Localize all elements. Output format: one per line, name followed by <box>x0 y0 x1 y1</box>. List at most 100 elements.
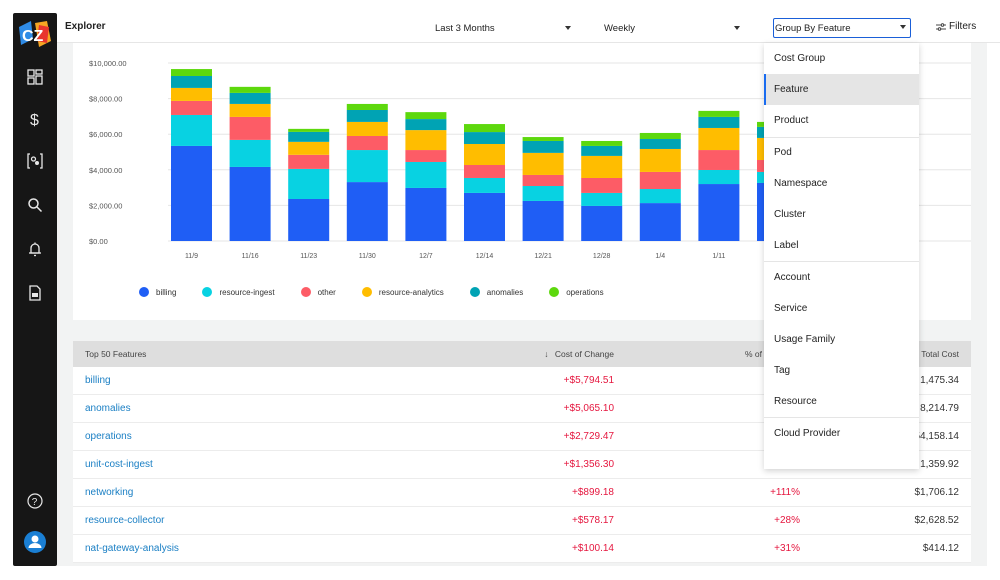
column-header-total-cost[interactable]: Total Cost <box>921 349 959 359</box>
column-header-cost-of-change[interactable]: ↓ Cost of Change <box>544 349 614 359</box>
period-select[interactable]: Weekly <box>604 18 744 38</box>
bar-segment-other[interactable] <box>171 100 212 115</box>
bar-segment-anomalies[interactable] <box>346 109 388 122</box>
legend-item-operations[interactable]: operations <box>549 287 604 297</box>
bar-segment-resource-analytics[interactable] <box>171 87 212 101</box>
sidebar-item-dashboards[interactable] <box>25 67 45 87</box>
bar-segment-resource-ingest[interactable] <box>171 114 212 146</box>
bar-segment-anomalies[interactable] <box>171 75 212 88</box>
bar-segment-resource-ingest[interactable] <box>405 161 447 188</box>
legend-item-resource-ingest[interactable]: resource-ingest <box>202 287 275 297</box>
bar-segment-anomalies[interactable] <box>522 140 564 153</box>
feature-link[interactable]: networking <box>85 487 133 498</box>
bar-segment-anomalies[interactable] <box>581 145 623 156</box>
dropdown-option-cluster[interactable]: Cluster <box>764 199 919 230</box>
table-row[interactable]: networking +$899.18 +111% $1,706.12 <box>73 479 971 507</box>
feature-link[interactable]: nat-gateway-analysis <box>85 543 179 554</box>
bar-segment-anomalies[interactable] <box>288 131 330 142</box>
bar-segment-billing[interactable] <box>229 166 271 241</box>
bar-segment-resource-ingest[interactable] <box>698 169 740 185</box>
dropdown-option-service[interactable]: Service <box>764 293 919 324</box>
bar-segment-resource-analytics[interactable] <box>698 127 740 151</box>
bar-segment-anomalies[interactable] <box>698 116 740 128</box>
dropdown-option-pod[interactable]: Pod <box>764 136 919 168</box>
bar-segment-operations[interactable] <box>346 103 388 110</box>
bar-segment-other[interactable] <box>229 116 271 140</box>
bar-segment-anomalies[interactable] <box>639 139 681 149</box>
bar-segment-other[interactable] <box>346 135 388 151</box>
bar-segment-resource-ingest[interactable] <box>288 168 330 199</box>
bar-segment-resource-ingest[interactable] <box>229 139 271 167</box>
bar-segment-billing[interactable] <box>171 145 212 241</box>
dropdown-option-account[interactable]: Account <box>764 261 919 292</box>
feature-link[interactable]: operations <box>85 431 132 442</box>
bar-segment-resource-ingest[interactable] <box>346 150 388 183</box>
legend-item-anomalies[interactable]: anomalies <box>469 287 523 297</box>
bar-segment-resource-ingest[interactable] <box>464 177 505 193</box>
sidebar-item-help[interactable]: ? <box>25 491 45 511</box>
column-header-percent[interactable]: % of <box>745 349 762 359</box>
sidebar-item-costs[interactable]: $ <box>25 109 45 129</box>
bar-segment-resource-analytics[interactable] <box>405 130 447 151</box>
bar-segment-other[interactable] <box>639 171 681 190</box>
bar-segment-resource-ingest[interactable] <box>581 192 623 206</box>
bar-segment-resource-analytics[interactable] <box>639 148 681 172</box>
sidebar-item-reports[interactable] <box>25 283 45 303</box>
bar-segment-billing[interactable] <box>288 198 330 241</box>
legend-item-resource-analytics[interactable]: resource-analytics <box>361 287 444 297</box>
bar-segment-billing[interactable] <box>698 184 740 241</box>
dropdown-option-tag[interactable]: Tag <box>764 355 919 386</box>
bar-segment-operations[interactable] <box>581 140 623 146</box>
date-range-select[interactable]: Last 3 Months <box>435 18 575 38</box>
feature-link[interactable]: anomalies <box>85 403 131 414</box>
bar-segment-operations[interactable] <box>229 86 271 93</box>
dropdown-option-cloud-provider[interactable]: Cloud Provider <box>764 417 919 448</box>
bar-segment-resource-analytics[interactable] <box>288 141 330 155</box>
bar-segment-resource-analytics[interactable] <box>581 155 623 178</box>
dropdown-option-product[interactable]: Product <box>764 105 919 136</box>
bar-segment-operations[interactable] <box>171 69 212 76</box>
bar-segment-billing[interactable] <box>464 192 505 241</box>
dropdown-option-usage-family[interactable]: Usage Family <box>764 324 919 355</box>
filters-button[interactable]: Filters <box>936 21 976 32</box>
bar-segment-anomalies[interactable] <box>229 92 271 104</box>
table-row[interactable]: resource-collector +$578.17 +28% $2,628.52 <box>73 507 971 535</box>
bar-segment-billing[interactable] <box>581 205 623 241</box>
bar-segment-billing[interactable] <box>639 203 681 241</box>
bar-segment-operations[interactable] <box>522 137 564 141</box>
bar-segment-operations[interactable] <box>639 132 681 140</box>
dropdown-option-label[interactable]: Label <box>764 230 919 261</box>
bar-segment-other[interactable] <box>464 164 505 178</box>
bar-segment-resource-ingest[interactable] <box>639 189 681 204</box>
legend-item-billing[interactable]: billing <box>139 287 176 297</box>
group-by-select[interactable]: Group By Feature <box>773 18 911 38</box>
column-header-name[interactable]: Top 50 Features <box>85 349 146 359</box>
dropdown-option-namespace[interactable]: Namespace <box>764 168 919 199</box>
dropdown-option-resource[interactable]: Resource <box>764 386 919 417</box>
sidebar-item-search[interactable] <box>25 195 45 215</box>
bar-segment-billing[interactable] <box>346 182 388 241</box>
bar-segment-other[interactable] <box>405 150 447 162</box>
table-row[interactable]: nat-gateway-analysis +$100.14 +31% $414.12 <box>73 535 971 563</box>
bar-segment-resource-analytics[interactable] <box>522 152 564 175</box>
bar-segment-resource-analytics[interactable] <box>346 121 388 136</box>
bar-segment-other[interactable] <box>581 177 623 193</box>
bar-segment-resource-analytics[interactable] <box>464 143 505 165</box>
bar-segment-resource-analytics[interactable] <box>229 103 271 117</box>
sidebar-item-alerts[interactable] <box>25 239 45 259</box>
bar-segment-operations[interactable] <box>698 110 740 117</box>
bar-segment-resource-ingest[interactable] <box>522 185 564 201</box>
sidebar-item-profile[interactable] <box>24 531 46 553</box>
bar-segment-other[interactable] <box>288 154 330 169</box>
cz-logo[interactable]: CZ <box>17 19 53 49</box>
bar-segment-operations[interactable] <box>464 124 505 133</box>
dropdown-option-cost-group[interactable]: Cost Group <box>764 43 919 74</box>
bar-segment-anomalies[interactable] <box>405 119 447 131</box>
legend-item-other[interactable]: other <box>300 287 336 297</box>
bar-segment-other[interactable] <box>698 150 740 170</box>
feature-link[interactable]: unit-cost-ingest <box>85 459 153 470</box>
dropdown-option-feature[interactable]: Feature <box>764 74 919 106</box>
bar-segment-anomalies[interactable] <box>464 132 505 144</box>
bar-segment-billing[interactable] <box>522 200 564 241</box>
bar-segment-operations[interactable] <box>288 128 330 132</box>
